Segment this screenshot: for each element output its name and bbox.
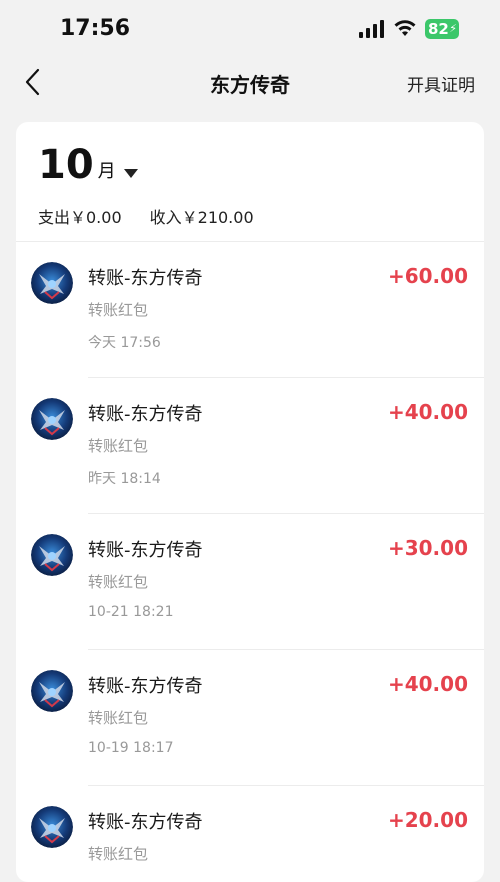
transaction-item[interactable]: 转账-东方传奇 转账红包 +20.00 — [16, 786, 484, 882]
status-time: 17:56 — [60, 16, 131, 41]
transaction-type: 转账红包 — [88, 709, 149, 727]
transaction-item[interactable]: 转账-东方传奇 转账红包 10-21 18:21 +30.00 — [16, 514, 484, 650]
transaction-item[interactable]: 转账-东方传奇 转账红包 10-19 18:17 +40.00 — [16, 650, 484, 786]
summary-line: 支出￥0.00 收入￥210.00 — [38, 204, 254, 228]
month-unit: 月 — [97, 161, 116, 182]
transaction-title: 转账-东方传奇 — [88, 812, 203, 833]
transaction-item[interactable]: 转账-东方传奇 转账红包今天 17:56 +60.00 — [16, 242, 484, 378]
status-bar: 17:56 82 ⚡ — [0, 0, 500, 60]
income-total: 收入￥210.00 — [149, 208, 254, 227]
issue-certificate-button[interactable]: 开具证明 — [407, 71, 475, 96]
battery-level: 82 — [428, 20, 449, 38]
charging-bolt-icon: ⚡ — [449, 22, 457, 35]
avatar — [31, 806, 73, 848]
battery-icon: 82 ⚡ — [425, 19, 459, 39]
transaction-time: 昨天 18:14 — [88, 471, 161, 487]
avatar — [31, 262, 73, 304]
transaction-time: 10-21 18:21 — [88, 604, 174, 620]
wifi-icon — [394, 20, 416, 36]
expense-total: 支出￥0.00 — [38, 208, 122, 227]
avatar — [31, 398, 73, 440]
avatar — [31, 534, 73, 576]
transaction-time: 今天 17:56 — [88, 335, 161, 351]
transaction-type: 转账红包 — [88, 301, 149, 319]
transaction-time: 10-19 18:17 — [88, 740, 174, 756]
transaction-amount: +60.00 — [387, 264, 468, 288]
transaction-amount: +30.00 — [387, 536, 468, 560]
transaction-amount: +20.00 — [387, 808, 468, 832]
transaction-title: 转账-东方传奇 — [88, 676, 203, 697]
transaction-type: 转账红包 — [88, 845, 149, 863]
cellular-signal-icon — [359, 20, 384, 38]
transaction-type: 转账红包 — [88, 573, 149, 591]
transaction-title: 转账-东方传奇 — [88, 268, 203, 289]
transaction-title: 转账-东方传奇 — [88, 540, 203, 561]
transaction-amount: +40.00 — [387, 672, 468, 696]
transactions-card: 10 月 支出￥0.00 收入￥210.00 转账-东方传奇 转账红包今天 17:… — [16, 122, 484, 882]
transaction-item[interactable]: 转账-东方传奇 转账红包昨天 18:14 +40.00 — [16, 378, 484, 514]
avatar — [31, 670, 73, 712]
transaction-type: 转账红包 — [88, 437, 149, 455]
nav-bar: 东方传奇 开具证明 — [0, 60, 500, 104]
month-number: 10 — [38, 142, 94, 188]
transaction-amount: +40.00 — [387, 400, 468, 424]
transaction-title: 转账-东方传奇 — [88, 404, 203, 425]
month-selector[interactable]: 10 月 — [38, 144, 138, 186]
caret-down-icon — [123, 169, 138, 178]
